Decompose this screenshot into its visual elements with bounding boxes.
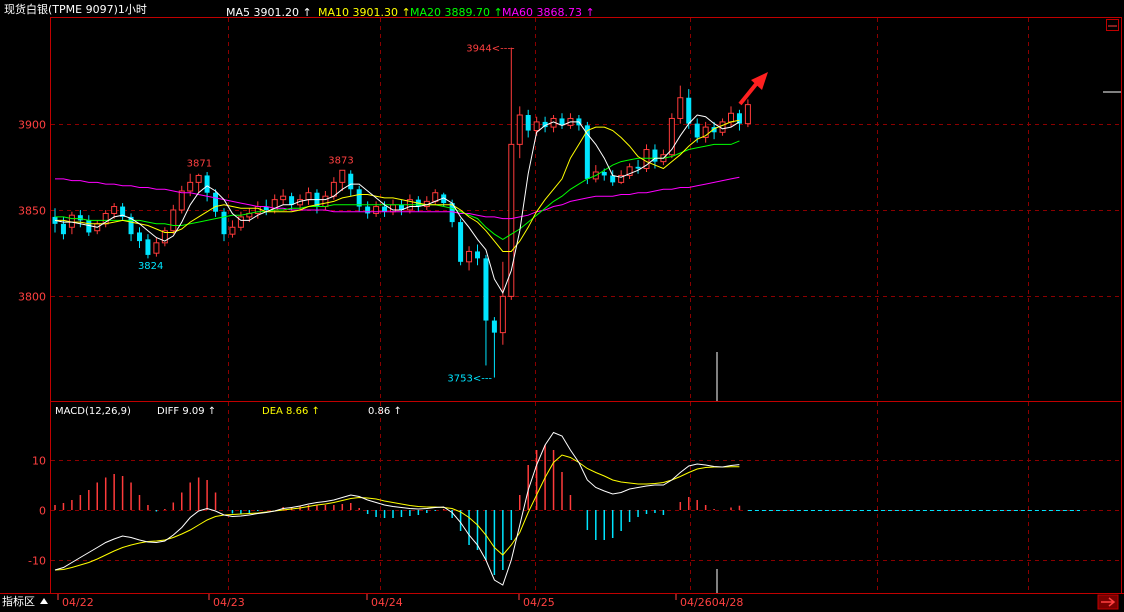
candle-body-up (508, 143, 515, 297)
candle-body-up (187, 181, 194, 192)
candle-body-up (432, 192, 439, 202)
candle-body-down (77, 215, 83, 221)
candle-body-up (466, 250, 473, 263)
date-label: 04/2604/28 (680, 596, 743, 609)
macd-value: 0.86 ↑ (368, 406, 402, 417)
macd-diff-line (54, 431, 740, 586)
macd-tick-label: -10 (28, 555, 46, 568)
ma10-readout: MA10 3901.30 ↑ (318, 6, 411, 19)
annotation-3873: 3873 (328, 155, 353, 166)
candle-body-down (348, 173, 354, 190)
macd-name: MACD(12,26,9) (55, 406, 131, 417)
grid-lines (51, 18, 1121, 593)
candle-body-down (382, 206, 388, 212)
candle-body-up (305, 192, 312, 201)
date-label: 04/23 (213, 596, 245, 609)
scroll-button[interactable] (1097, 594, 1119, 610)
annotation-3944: 3944<---- (466, 44, 515, 55)
candle-body-down (221, 211, 227, 235)
main-panel-border (50, 17, 1122, 594)
candle-body-down (458, 222, 464, 262)
candle-body-down (145, 239, 151, 255)
close-panel-button[interactable] (1106, 19, 1119, 31)
annotation-3753: 3753<--- (447, 374, 492, 385)
candle-body-down (635, 166, 641, 169)
candle-body-up (390, 204, 396, 213)
candle-body-up (533, 121, 540, 132)
ma10-line (55, 119, 740, 252)
candle-body-up (744, 104, 751, 125)
macd-dea: DEA 8.66 ↑ (262, 406, 320, 417)
macd-indicator (54, 431, 1080, 586)
candle-body-up (229, 226, 236, 235)
y-tick-labels: 3800 3850 3900 -10 0 10 (18, 119, 46, 568)
candle-body-down (137, 232, 142, 242)
candle-body-down (610, 175, 616, 183)
candle-body-down (694, 123, 700, 138)
price-tick-label: 3800 (18, 291, 46, 304)
price-tick-label: 3850 (18, 205, 46, 218)
candle-body-down (204, 175, 210, 193)
date-label: 04/22 (62, 596, 94, 609)
candle-body-up (195, 174, 202, 183)
candle-body-down (475, 251, 480, 259)
candle-body-up (68, 214, 75, 228)
candle-body-up (339, 169, 346, 183)
ma60-line (55, 176, 740, 220)
candle-body-down (289, 196, 295, 205)
candle-body-down (525, 115, 531, 131)
candle-body-down (491, 320, 497, 333)
macd-dea-line (54, 454, 740, 571)
silver-candlestick-chart: 现货白银(TPME 9097)1小时 MA5 3901.20 ↑ MA10 39… (0, 2, 1124, 612)
candle-body-down (365, 206, 371, 214)
candle-body-up (280, 195, 287, 201)
candle-body-up (516, 114, 523, 145)
candle-body-down (86, 220, 92, 233)
annotation-3824: 3824 (138, 261, 163, 272)
bottom-bar: 指标区 04/22 04/23 04/24 04/25 04/2604/28 (0, 594, 1124, 612)
red-arrow-icon (738, 72, 768, 106)
chart-title: 现货白银(TPME 9097)1小时 (4, 2, 147, 16)
annotation-3871: 3871 (187, 159, 212, 170)
candle-body-up (322, 195, 329, 208)
candle-body-down (213, 192, 219, 212)
candle-body-up (499, 295, 506, 334)
date-label: 04/25 (523, 596, 555, 609)
candle-body-up (170, 209, 177, 232)
candle-body-up (719, 121, 726, 133)
candle-body-up (178, 190, 185, 211)
candle-body-up (153, 242, 160, 254)
date-label: 04/24 (371, 596, 403, 609)
candle-body-down (356, 189, 362, 207)
ma60-readout: MA60 3868.73 ↑ (502, 6, 595, 19)
candle-body-up (373, 206, 380, 214)
ma5-readout: MA5 3901.20 ↑ (226, 6, 312, 19)
candle-body-up (677, 97, 684, 119)
candle-body-down (686, 97, 692, 124)
ma20-readout: MA20 3889.70 ↑ (410, 6, 503, 19)
candle-body-down (60, 223, 66, 235)
indicator-area-label[interactable]: 指标区 (2, 594, 35, 608)
candle-body-down (601, 172, 607, 176)
close-box[interactable] (1106, 19, 1119, 31)
candle-body-down (483, 258, 489, 321)
price-tick-label: 3900 (18, 119, 46, 132)
macd-tick-label: 10 (32, 455, 46, 468)
macd-tick-label: 0 (39, 505, 46, 518)
macd-diff: DIFF 9.09 ↑ (157, 406, 216, 417)
candle-body-up (111, 206, 118, 214)
candle-body-up (728, 112, 734, 123)
